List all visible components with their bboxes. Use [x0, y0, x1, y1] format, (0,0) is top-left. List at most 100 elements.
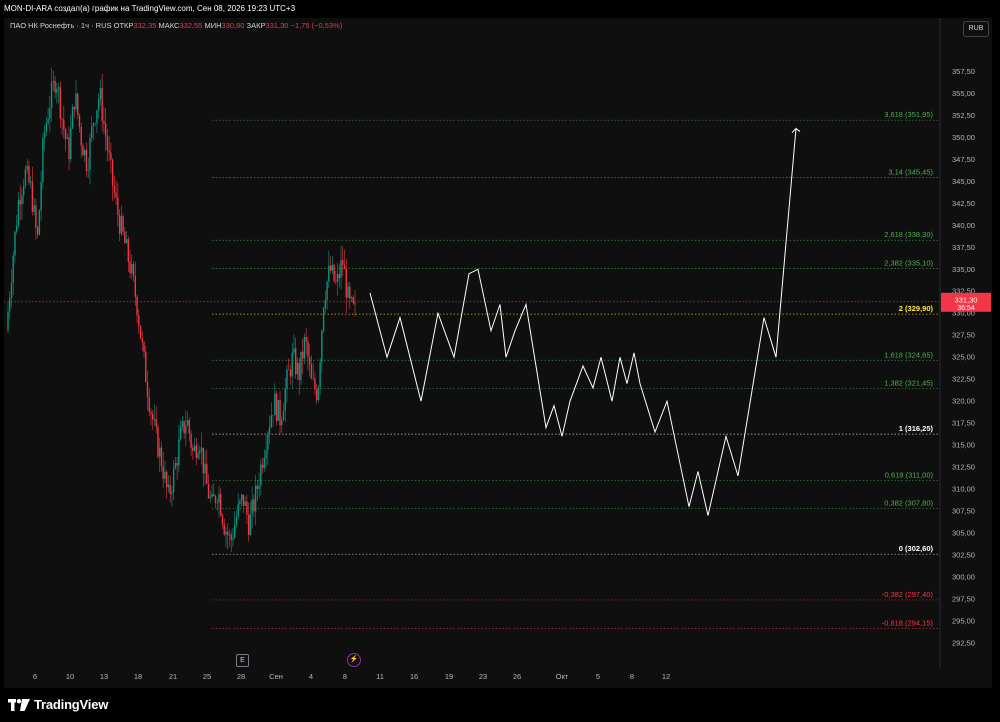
y-tick-label[interactable]: 292,50: [952, 639, 975, 648]
x-tick-label[interactable]: 13: [100, 672, 108, 681]
y-tick-label[interactable]: 352,50: [952, 111, 975, 120]
x-tick-label[interactable]: 21: [169, 672, 177, 681]
candle-body: [209, 496, 211, 499]
candle-body: [275, 393, 278, 421]
candle-body: [211, 494, 213, 497]
candle-body: [329, 265, 332, 271]
fib-level-label: 3,14 (345,45): [888, 167, 933, 176]
y-tick-label[interactable]: 307,50: [952, 507, 975, 516]
y-tick-label[interactable]: 345,00: [952, 177, 975, 186]
y-tick-label[interactable]: 322,50: [952, 375, 975, 384]
y-tick-label[interactable]: 295,00: [952, 617, 975, 626]
candle-body: [139, 325, 142, 339]
candle-body: [253, 499, 255, 512]
candle-body: [349, 286, 351, 299]
candle-body: [322, 308, 325, 331]
y-tick-label[interactable]: 337,50: [952, 243, 975, 252]
y-tick-label[interactable]: 327,50: [952, 331, 975, 340]
y-tick-label[interactable]: 320,00: [952, 397, 975, 406]
x-tick-label[interactable]: 28: [237, 672, 245, 681]
projection-path[interactable]: [369, 128, 797, 516]
x-tick-label[interactable]: 8: [630, 672, 634, 681]
candle-body: [167, 484, 170, 488]
candle-body: [326, 281, 328, 300]
x-tick-label[interactable]: 18: [134, 672, 142, 681]
fib-level-label: -0,618 (294,15): [882, 619, 934, 628]
x-tick-label[interactable]: 26: [513, 672, 521, 681]
x-tick-label[interactable]: 6: [33, 672, 37, 681]
y-tick-label[interactable]: 355,00: [952, 89, 975, 98]
fib-level-label: 2,382 (335,10): [884, 258, 933, 267]
candle-body: [28, 166, 30, 183]
tradingview-logo[interactable]: TradingView: [8, 697, 108, 712]
candle-body: [160, 447, 163, 467]
candle-body: [242, 494, 245, 506]
candle-body: [7, 311, 9, 331]
y-tick-label[interactable]: 342,50: [952, 199, 975, 208]
candle-body: [84, 149, 86, 156]
x-tick-label[interactable]: 11: [376, 672, 384, 681]
x-tick-label[interactable]: 16: [410, 672, 418, 681]
candle-body: [75, 93, 77, 110]
candle-body: [63, 119, 65, 130]
candle-body: [57, 87, 60, 89]
x-tick-label[interactable]: 19: [445, 672, 453, 681]
y-tick-label[interactable]: 305,00: [952, 529, 975, 538]
candle-body: [122, 216, 124, 232]
x-tick-label[interactable]: 23: [479, 672, 487, 681]
x-tick-label[interactable]: 10: [66, 672, 74, 681]
y-tick-label[interactable]: 347,50: [952, 155, 975, 164]
x-tick-label[interactable]: Сен: [269, 672, 283, 681]
y-tick-label[interactable]: 350,00: [952, 133, 975, 142]
candle-body: [80, 127, 82, 146]
candle-body: [78, 114, 81, 128]
candle-body: [24, 169, 27, 186]
candle-body: [14, 231, 16, 256]
y-tick-label[interactable]: 302,50: [952, 551, 975, 560]
x-tick-label[interactable]: 4: [309, 672, 313, 681]
candle-body: [296, 362, 299, 375]
candle-body: [179, 426, 182, 440]
y-tick-label[interactable]: 315,00: [952, 441, 975, 450]
lightning-icon[interactable]: ⚡: [347, 653, 361, 667]
earnings-marker[interactable]: E: [236, 654, 249, 667]
candle-body: [94, 123, 96, 124]
candle-body: [120, 216, 123, 234]
candle-body: [260, 464, 262, 486]
candle-body: [247, 514, 250, 535]
fib-level-label: 0,382 (307,80): [884, 498, 933, 507]
candle-body: [153, 419, 156, 420]
candle-body: [213, 494, 215, 497]
x-tick-label[interactable]: 25: [203, 672, 211, 681]
x-tick-label[interactable]: Окт: [556, 672, 569, 681]
candle-body: [221, 515, 224, 524]
candle-body: [59, 87, 62, 119]
tradingview-logo-icon: [8, 698, 30, 711]
y-tick-label[interactable]: 340,00: [952, 221, 975, 230]
y-tick-label[interactable]: 357,50: [952, 67, 975, 76]
candle-body: [26, 166, 28, 170]
x-tick-label[interactable]: 5: [596, 672, 600, 681]
candle-body: [246, 501, 248, 515]
y-tick-label[interactable]: 297,50: [952, 595, 975, 604]
y-tick-label[interactable]: 310,00: [952, 485, 975, 494]
y-tick-label[interactable]: 312,50: [952, 463, 975, 472]
candle-body: [117, 197, 119, 216]
candle-body: [136, 296, 138, 316]
y-tick-label[interactable]: 300,00: [952, 573, 975, 582]
y-tick-label[interactable]: 335,00: [952, 265, 975, 274]
candle-body: [92, 123, 95, 127]
x-tick-label[interactable]: 12: [662, 672, 670, 681]
candle-body: [85, 149, 88, 171]
y-tick-label[interactable]: 325,00: [952, 353, 975, 362]
y-tick-label[interactable]: 317,50: [952, 419, 975, 428]
candle-body: [235, 516, 238, 525]
candle-body: [134, 276, 136, 297]
candle-body: [265, 450, 267, 459]
x-tick-label[interactable]: 8: [343, 672, 347, 681]
candle-body: [281, 420, 283, 426]
candle-body: [71, 106, 74, 129]
candle-body: [174, 462, 177, 469]
candle-body: [31, 181, 34, 212]
candle-body: [152, 413, 154, 420]
